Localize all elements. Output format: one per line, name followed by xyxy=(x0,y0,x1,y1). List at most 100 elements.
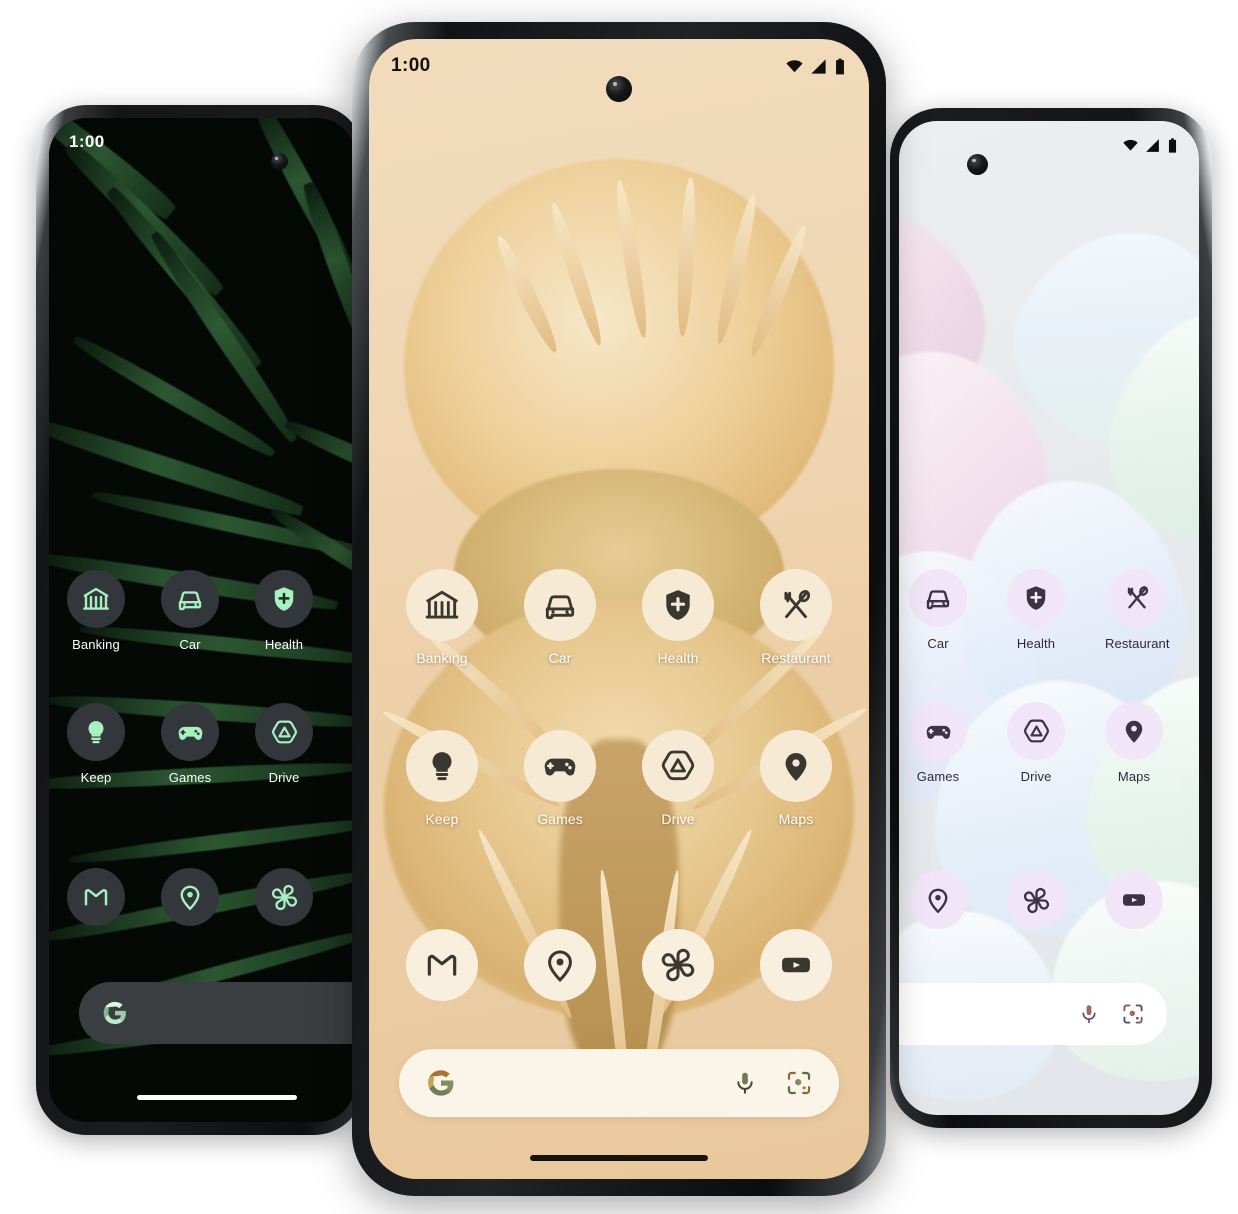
app-right-games[interactable]: Games xyxy=(909,702,967,784)
health-shield-icon xyxy=(642,569,714,641)
app-left-drive[interactable]: Drive xyxy=(255,703,313,785)
map-pin-icon xyxy=(524,929,596,1001)
nav-gesture-bar-left[interactable] xyxy=(137,1095,297,1100)
google-lens-icon[interactable] xyxy=(785,1069,813,1097)
app-left-games[interactable]: Games xyxy=(161,703,219,785)
app-left-keep[interactable]: Keep xyxy=(67,703,125,785)
app-center-maps[interactable]: Maps xyxy=(760,730,832,827)
car-icon xyxy=(161,570,219,628)
youtube-icon xyxy=(760,929,832,1001)
gamepad-icon xyxy=(909,702,967,760)
phone-right-screen[interactable]: Car Health Restaurant Games Drive Maps xyxy=(899,121,1199,1115)
app-grid-right: Car Health Restaurant Games Drive Maps xyxy=(899,569,1199,784)
search-bar-center[interactable] xyxy=(399,1049,839,1117)
nav-gesture-bar-center[interactable] xyxy=(530,1155,708,1161)
app-row-center-0: Banking Car Health Restaurant xyxy=(369,569,869,666)
app-grid-left: Banking Car Health Keep Games Drive xyxy=(49,570,355,785)
dock-left-gmail[interactable] xyxy=(67,868,125,926)
app-label: Games xyxy=(537,811,583,827)
app-center-health[interactable]: Health xyxy=(642,569,714,666)
app-row-center-1: Keep Games Drive Maps xyxy=(369,730,869,827)
phone-center-screen[interactable]: 1:00 Banking Car Health Restaurant Keep … xyxy=(369,39,869,1179)
drive-triangle-icon xyxy=(255,703,313,761)
dock-center-maps[interactable] xyxy=(524,929,596,1001)
phone-left-screen[interactable]: 1:00 Banking Car Health Keep Games Drive xyxy=(49,118,355,1122)
app-label: Health xyxy=(1016,636,1056,651)
app-label: Maps xyxy=(778,811,814,827)
microphone-icon[interactable] xyxy=(1077,1002,1101,1026)
app-label: Car xyxy=(179,637,201,652)
app-center-drive[interactable]: Drive xyxy=(642,730,714,827)
status-time-center: 1:00 xyxy=(391,55,431,76)
app-left-car[interactable]: Car xyxy=(161,570,219,652)
dock-right-youtube[interactable] xyxy=(1105,871,1163,929)
app-label: Drive xyxy=(268,770,300,785)
phone-left: 1:00 Banking Car Health Keep Games Drive xyxy=(36,105,364,1135)
app-label: Health xyxy=(264,637,304,652)
microphone-icon[interactable] xyxy=(731,1069,759,1097)
app-center-games[interactable]: Games xyxy=(524,730,596,827)
app-label: Restaurant xyxy=(761,650,831,666)
car-icon xyxy=(524,569,596,641)
app-right-health[interactable]: Health xyxy=(1007,569,1065,651)
dock-right-maps[interactable] xyxy=(909,871,967,929)
app-row-left-1: Keep Games Drive xyxy=(49,703,355,785)
app-right-drive[interactable]: Drive xyxy=(1007,702,1065,784)
app-label: Car xyxy=(927,636,949,651)
status-icons-center xyxy=(785,57,847,76)
search-bar-left[interactable] xyxy=(79,982,355,1044)
app-label: Keep xyxy=(425,811,459,827)
dock-center-youtube[interactable] xyxy=(760,929,832,1001)
google-g-icon xyxy=(101,999,129,1027)
app-row-right-1: Games Drive Maps xyxy=(899,702,1199,784)
youtube-icon xyxy=(1105,871,1163,929)
battery-icon xyxy=(1168,137,1177,153)
google-lens-icon[interactable] xyxy=(1121,1002,1145,1026)
map-pin-icon xyxy=(909,871,967,929)
screenshot-stage: 1:00 Banking Car Health Keep Games Drive… xyxy=(0,0,1238,1214)
map-pin-icon xyxy=(1105,702,1163,760)
wifi-icon xyxy=(786,59,803,72)
app-grid-center: Banking Car Health Restaurant Keep Games… xyxy=(369,569,869,827)
front-camera-punch-hole-right xyxy=(967,154,988,175)
app-label: Banking xyxy=(72,637,120,652)
gamepad-icon xyxy=(524,730,596,802)
phone-center: 1:00 Banking Car Health Restaurant Keep … xyxy=(352,22,886,1196)
battery-icon xyxy=(836,58,844,74)
app-label: Car xyxy=(548,650,572,666)
front-camera-punch-hole-center xyxy=(606,76,632,102)
dock-center-photos[interactable] xyxy=(642,929,714,1001)
app-label: Restaurant xyxy=(1105,636,1170,651)
dock-left-maps[interactable] xyxy=(161,868,219,926)
photos-pinwheel-icon xyxy=(255,868,313,926)
app-label: Banking xyxy=(416,650,468,666)
lightbulb-icon xyxy=(67,703,125,761)
phone-right: Car Health Restaurant Games Drive Maps xyxy=(890,108,1212,1128)
dock-center-gmail[interactable] xyxy=(406,929,478,1001)
status-bar-right xyxy=(899,121,1199,169)
map-pin-icon xyxy=(760,730,832,802)
dock-right xyxy=(899,871,1163,929)
app-center-restaurant[interactable]: Restaurant xyxy=(760,569,832,666)
app-right-maps[interactable]: Maps xyxy=(1105,702,1163,784)
signal-icon xyxy=(1146,138,1159,152)
wifi-icon xyxy=(1123,139,1138,151)
app-left-banking[interactable]: Banking xyxy=(67,570,125,652)
fork-spoon-icon xyxy=(1108,569,1167,627)
app-left-health[interactable]: Health xyxy=(255,570,313,652)
dock-right-photos[interactable] xyxy=(1007,871,1065,929)
car-icon xyxy=(909,569,967,627)
app-center-car[interactable]: Car xyxy=(524,569,596,666)
status-bar-left: 1:00 xyxy=(49,118,355,166)
gmail-icon xyxy=(406,929,478,1001)
search-bar-right[interactable] xyxy=(899,983,1167,1045)
app-right-restaurant[interactable]: Restaurant xyxy=(1105,569,1170,651)
app-center-keep[interactable]: Keep xyxy=(406,730,478,827)
app-label: Health xyxy=(657,650,699,666)
dock-left-photos[interactable] xyxy=(255,868,313,926)
gamepad-icon xyxy=(161,703,219,761)
app-right-car[interactable]: Car xyxy=(909,569,967,651)
app-center-banking[interactable]: Banking xyxy=(406,569,478,666)
google-g-icon xyxy=(425,1067,457,1099)
front-camera-punch-hole-left xyxy=(271,153,288,170)
